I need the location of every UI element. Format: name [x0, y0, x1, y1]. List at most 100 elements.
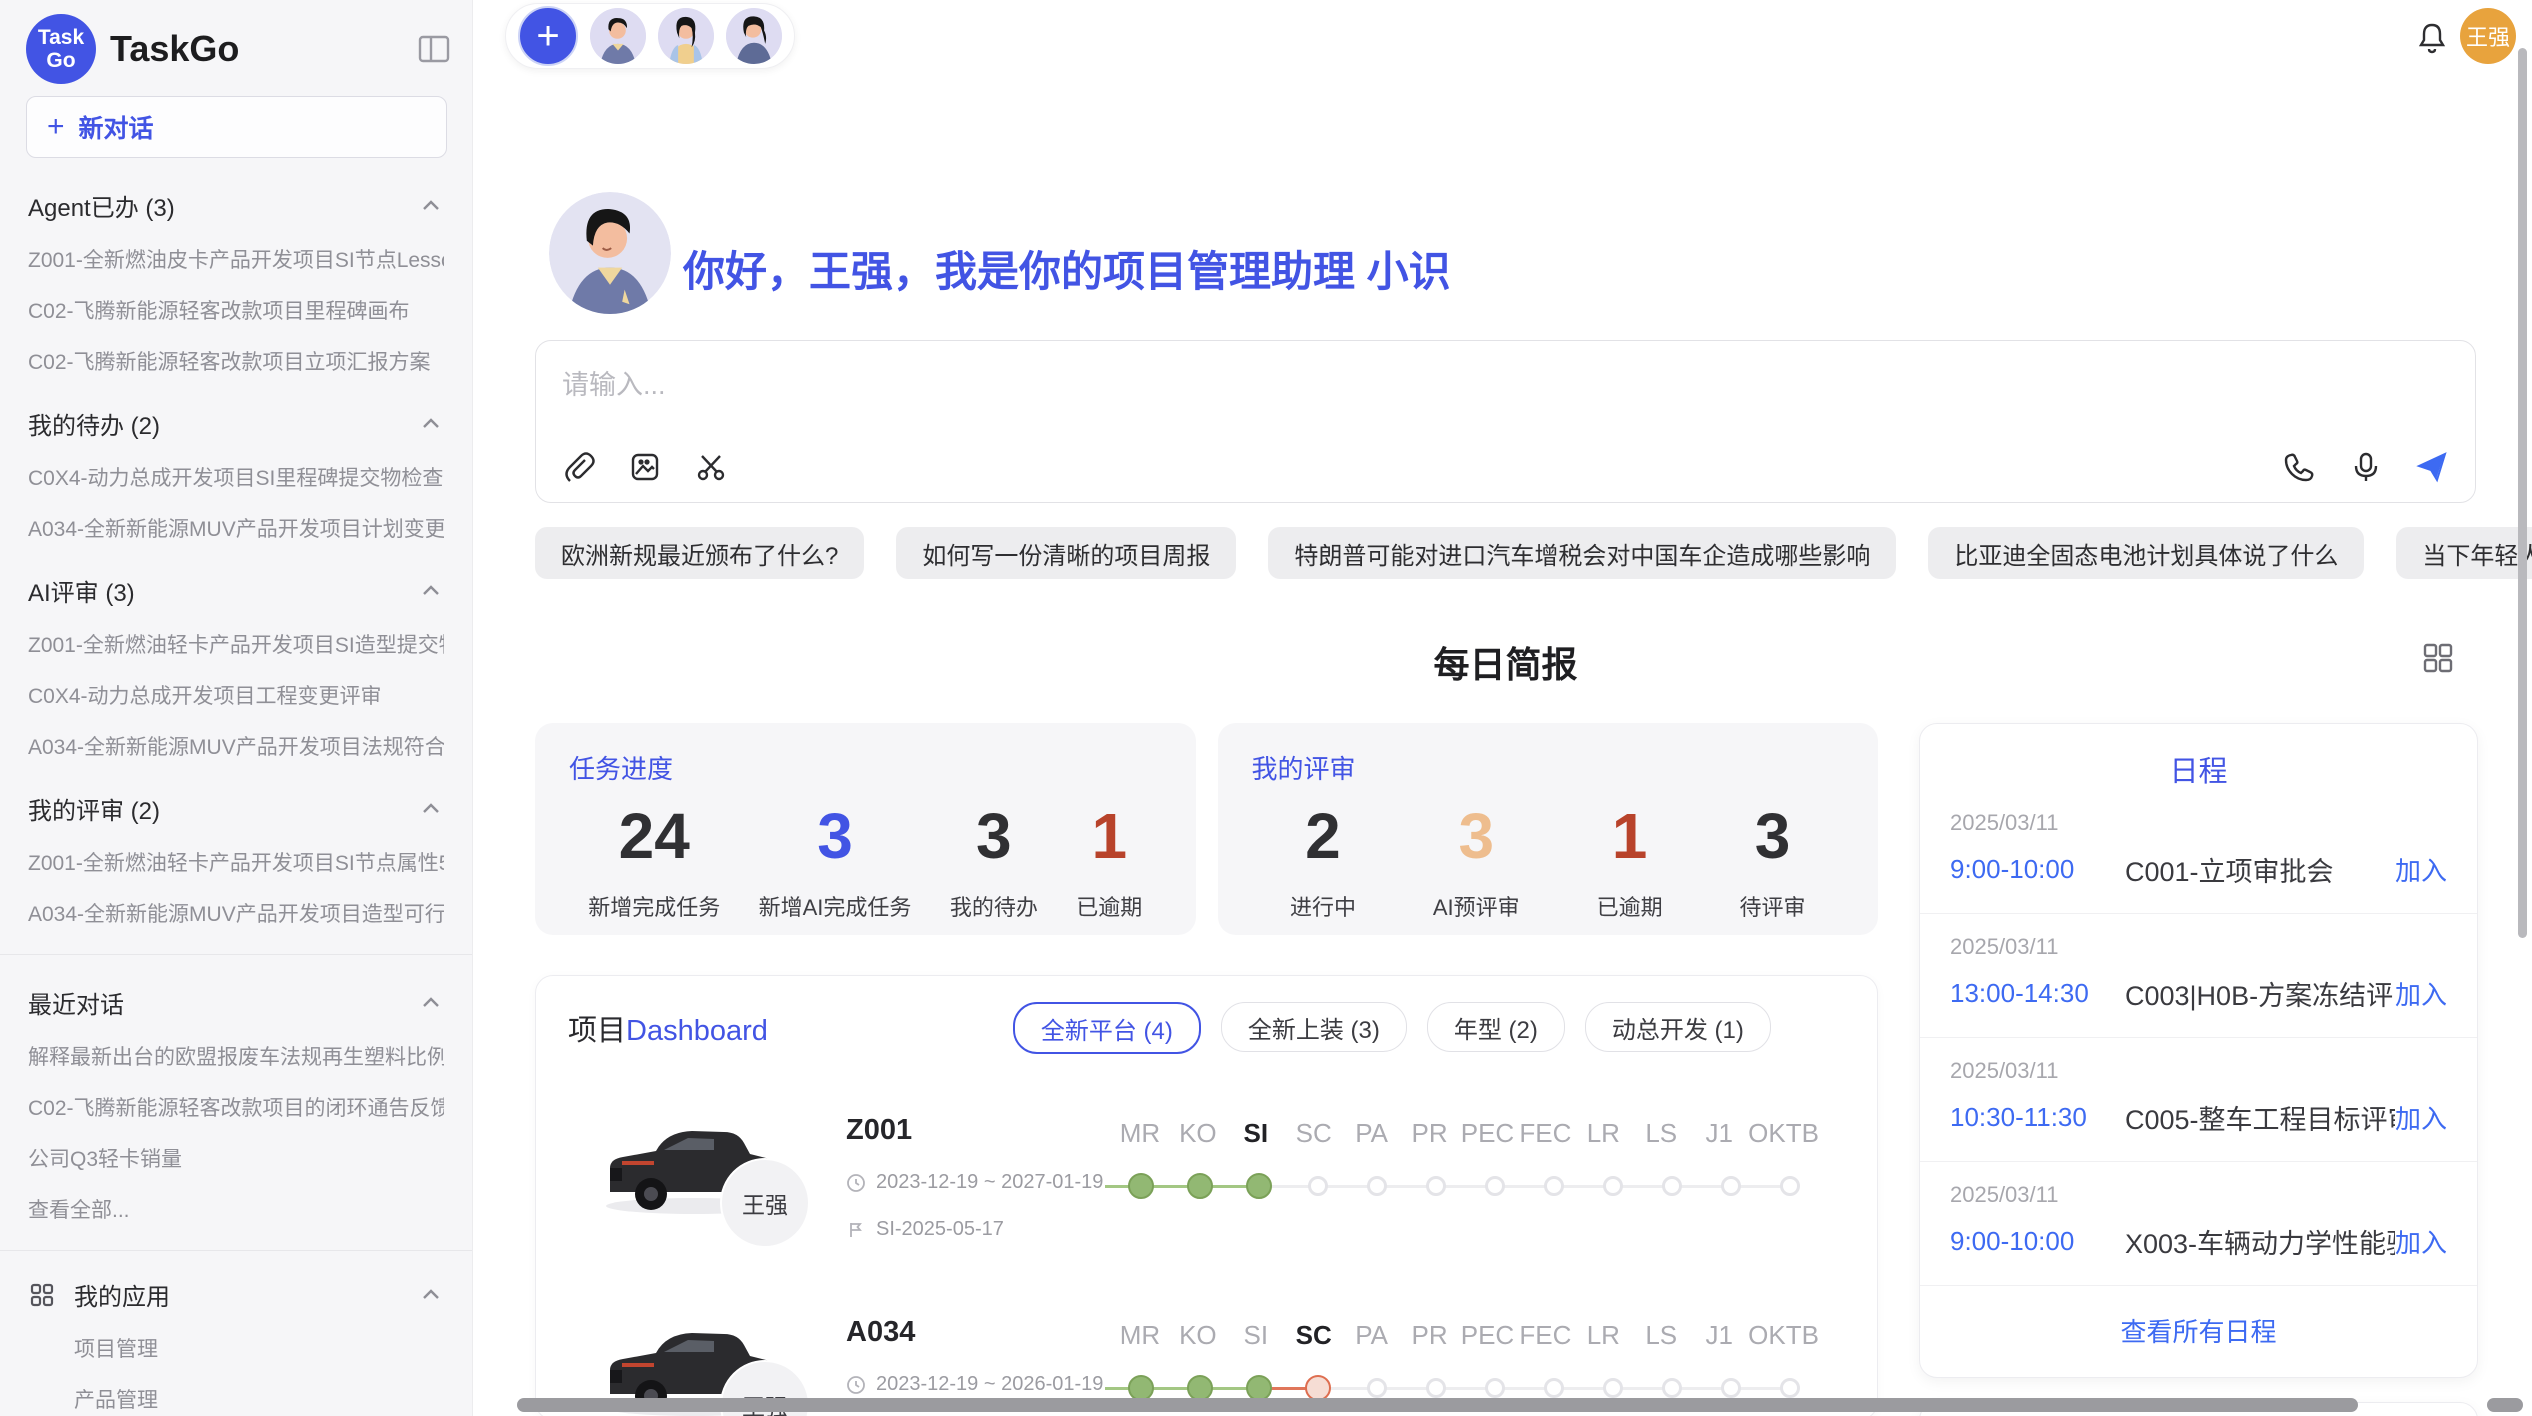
- notification-bell-icon[interactable]: [2415, 20, 2449, 56]
- list-item[interactable]: C02-飞腾新能源轻客改款项目里程碑画布: [28, 295, 444, 325]
- new-chat-label: 新对话: [79, 109, 154, 145]
- divider: [0, 1250, 472, 1251]
- chat-input-box[interactable]: 请输入...: [535, 340, 2476, 503]
- tab-new-platform[interactable]: 全新平台 (4): [1013, 1002, 1201, 1054]
- phone-icon[interactable]: [2283, 450, 2317, 484]
- my-review-card: 我的评审 2 进行中 3 AI预评审 1 已逾期 3: [1218, 723, 1879, 935]
- milestone-dot: [1485, 1378, 1505, 1398]
- list-item[interactable]: A034-全新新能源MUV产品开发项目法规符合性评审: [28, 731, 444, 761]
- suggestion-chip[interactable]: 特朗普可能对进口汽车增税会对中国车企造成哪些影响: [1268, 527, 1896, 579]
- list-item[interactable]: 解释最新出台的欧盟报废车法规再生塑料比例被调至15%...: [28, 1041, 444, 1071]
- event-time: 13:00-14:30: [1950, 978, 2125, 1009]
- agent-avatar-bar: +: [505, 3, 795, 69]
- horizontal-scrollbar[interactable]: [517, 1398, 2358, 1412]
- scissors-icon[interactable]: [694, 450, 728, 484]
- clock-icon: [846, 1173, 866, 1193]
- suggestion-chip[interactable]: 如何写一份清晰的项目周报: [896, 527, 1236, 579]
- briefing-left-column: 任务进度 24 新增完成任务 3 新增AI完成任务 3 我的待办: [535, 723, 1878, 1416]
- stat: 1 已逾期: [1076, 804, 1142, 922]
- milestone-label: SI: [1227, 1320, 1285, 1351]
- tab-new-body[interactable]: 全新上装 (3): [1221, 1002, 1407, 1052]
- tab-model-year[interactable]: 年型 (2): [1427, 1002, 1565, 1052]
- stat-value: 1: [1091, 804, 1127, 868]
- tab-powertrain[interactable]: 动总开发 (1): [1585, 1002, 1771, 1052]
- list-item[interactable]: 公司Q3轻卡销量: [28, 1143, 444, 1173]
- milestone-dot: [1367, 1378, 1387, 1398]
- join-link[interactable]: 加入: [2395, 975, 2447, 1012]
- sidebar-collapse-icon[interactable]: [416, 31, 452, 67]
- schedule-event: 2025/03/11 13:00-14:30 C003|H0B-方案冻结评审 加…: [1920, 914, 2477, 1038]
- event-time: 9:00-10:00: [1950, 854, 2125, 885]
- suggestion-chip[interactable]: 欧洲新规最近颁布了什么?: [535, 527, 864, 579]
- list-item[interactable]: Z001-全新燃油皮卡产品开发项目SI节点Lesson Learn报告: [28, 244, 444, 274]
- daily-briefing-title: 每日简报: [535, 636, 2476, 688]
- view-all-schedule-link[interactable]: 查看所有日程: [1920, 1286, 2477, 1359]
- microphone-icon[interactable]: [2349, 450, 2383, 484]
- assistant-avatar: [549, 192, 671, 314]
- event-date: 2025/03/11: [1950, 1058, 2447, 1084]
- section-my-review[interactable]: 我的评审 (2): [28, 791, 444, 826]
- card-title: 任务进度: [569, 749, 1162, 786]
- chevron-up-icon: [418, 578, 444, 604]
- list-item[interactable]: Z001-全新燃油轻卡产品开发项目SI节点属性5D文件评审: [28, 847, 444, 877]
- milestone-dot: [1662, 1378, 1682, 1398]
- layout-grid-icon[interactable]: [2420, 640, 2456, 676]
- sidebar-item-product-mgmt[interactable]: 产品管理: [74, 1384, 444, 1414]
- user-avatar-label: 王强: [2466, 20, 2510, 52]
- dashboard-tabs: 全新平台 (4) 全新上装 (3) 年型 (2) 动总开发 (1): [1013, 1002, 1771, 1054]
- attachment-icon[interactable]: [562, 450, 596, 484]
- new-chat-button[interactable]: + 新对话: [26, 96, 447, 158]
- horizontal-scrollbar-corner[interactable]: [2487, 1398, 2523, 1412]
- chevron-up-icon: [418, 796, 444, 822]
- list-item[interactable]: C0X4-动力总成开发项目工程变更评审: [28, 680, 444, 710]
- sidebar-item-label: 我的应用: [74, 1277, 400, 1312]
- user-avatar[interactable]: 王强: [2460, 8, 2516, 64]
- join-link[interactable]: 加入: [2395, 1223, 2447, 1260]
- stat-value: 3: [1458, 804, 1494, 868]
- join-link[interactable]: 加入: [2395, 851, 2447, 888]
- agent-avatar-1[interactable]: [590, 8, 646, 64]
- list-item[interactable]: A034-全新新能源MUV产品开发项目计划变更表编写: [28, 513, 444, 543]
- milestone-dot: [1426, 1378, 1446, 1398]
- dashboard-title-zh: 项目: [568, 1015, 626, 1047]
- milestone-label: OKTB: [1748, 1320, 1819, 1351]
- suggestion-chip[interactable]: 比亚迪全固态电池计划具体说了什么: [1928, 527, 2364, 579]
- section-ai-review[interactable]: AI评审 (3): [28, 573, 444, 608]
- stats-row: 任务进度 24 新增完成任务 3 新增AI完成任务 3 我的待办: [535, 723, 1878, 935]
- view-all-link[interactable]: 查看全部...: [28, 1194, 444, 1224]
- logo-text-top: Task: [38, 26, 84, 49]
- milestone-dot: [1485, 1176, 1505, 1196]
- project-row[interactable]: 王强 Z001 2023-12-19 ~ 2027-01-19 SI-2025-…: [568, 1106, 1877, 1256]
- dashboard-title: 项目Dashboard: [568, 1007, 768, 1049]
- logo-text-bottom: Go: [46, 49, 75, 72]
- composer-left-icons: [562, 450, 728, 484]
- milestone-label: PEC: [1459, 1320, 1517, 1351]
- send-icon[interactable]: [2415, 450, 2449, 484]
- sidebar-header: Task Go TaskGo: [0, 0, 472, 84]
- section-my-todo[interactable]: 我的待办 (2): [28, 406, 444, 441]
- agent-avatar-2[interactable]: [658, 8, 714, 64]
- list-item[interactable]: Z001-全新燃油轻卡产品开发项目SI造型提交物评审: [28, 629, 444, 659]
- list-item[interactable]: C0X4-动力总成开发项目SI里程碑提交物检查: [28, 462, 444, 492]
- suggestion-chip[interactable]: 当下年轻人对汽车外观有怎样的喜好趋势: [2396, 527, 2532, 579]
- grid-icon: [28, 1281, 56, 1309]
- sidebar-item-project-mgmt[interactable]: 项目管理: [74, 1333, 444, 1363]
- list-item[interactable]: A034-全新新能源MUV产品开发项目造型可行性评审: [28, 898, 444, 928]
- stat-value: 3: [817, 804, 853, 868]
- event-name: C001-立项审批会: [2125, 850, 2395, 889]
- add-agent-button[interactable]: +: [518, 6, 578, 66]
- vertical-scrollbar[interactable]: [2518, 48, 2527, 938]
- image-icon[interactable]: [628, 450, 662, 484]
- list-item[interactable]: C02-飞腾新能源轻客改款项目立项汇报方案: [28, 346, 444, 376]
- section-header-label: 最近对话: [28, 985, 124, 1020]
- join-link[interactable]: 加入: [2395, 1099, 2447, 1136]
- event-date: 2025/03/11: [1950, 1182, 2447, 1208]
- section-recent-chats[interactable]: 最近对话: [28, 985, 444, 1020]
- event-date: 2025/03/11: [1950, 810, 2447, 836]
- section-agent-done[interactable]: Agent已办 (3): [28, 188, 444, 223]
- chevron-up-icon: [418, 990, 444, 1016]
- list-item[interactable]: C02-飞腾新能源轻客改款项目的闭环通告反馈情况: [28, 1092, 444, 1122]
- sidebar-item-my-apps[interactable]: 我的应用: [28, 1277, 444, 1312]
- milestone-label: SC: [1285, 1118, 1343, 1149]
- agent-avatar-3[interactable]: [726, 8, 782, 64]
